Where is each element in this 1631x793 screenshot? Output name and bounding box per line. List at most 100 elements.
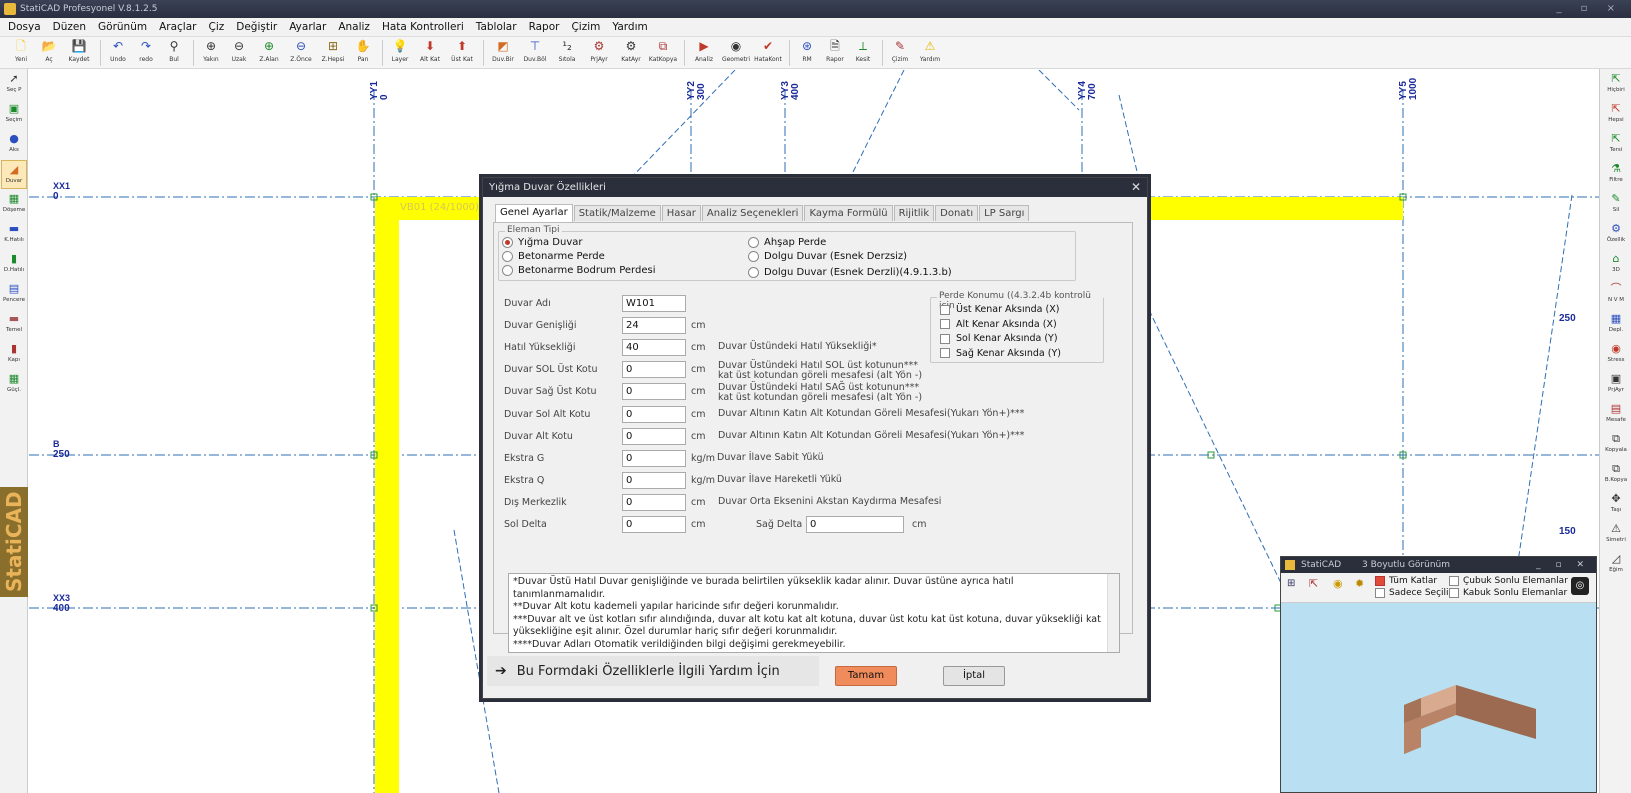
toolbar-button-kesit[interactable]: ⟂ Kesit	[850, 37, 876, 69]
field-input[interactable]: 0	[806, 516, 904, 533]
help-button[interactable]: ➔ Bu Formdaki Özelliklerle İlgili Yardım…	[487, 656, 819, 686]
toolbar-button-stola[interactable]: ¹₂ Sıtola	[552, 37, 582, 69]
tab-1[interactable]: Statik/Malzeme	[573, 205, 661, 221]
notes-textbox[interactable]: *Duvar Üstü Hatıl Duvar genişliğinde ve …	[508, 573, 1120, 653]
toolbar-button-zhepsi[interactable]: ⊞ Z.Hepsi	[318, 37, 348, 69]
right-tool-displacement[interactable]: ▦ Depl.	[1601, 310, 1631, 339]
field-input[interactable]: 24	[622, 317, 686, 335]
menu-item[interactable]: Değiştir	[230, 18, 283, 36]
menu-item[interactable]: Araçlar	[153, 18, 202, 36]
tab-7[interactable]: LP Sargı	[979, 205, 1030, 221]
right-tool-distance[interactable]: ▤ Mesafe	[1601, 400, 1631, 429]
field-input[interactable]: 0	[622, 449, 686, 467]
wall-position-checkbox[interactable]: Sağ Kenar Aksında (Y)	[940, 348, 1061, 359]
toolbar-button-zalan[interactable]: ⊕ Z.Alan	[254, 37, 284, 69]
right-tool-properties[interactable]: ⚙ Özellik	[1601, 220, 1631, 249]
toolbar-button-izim[interactable]: ✎ Çizim	[887, 37, 913, 69]
toolbar-button-altkat[interactable]: ⬇ Alt Kat	[415, 37, 445, 69]
field-input[interactable]: 0	[622, 493, 686, 511]
toolbar-button-undo[interactable]: ↶ Undo	[105, 37, 131, 69]
toolbar-button-yardm[interactable]: ⚠ Yardım	[915, 37, 945, 69]
3d-axis-icon[interactable]: ⇱	[1309, 577, 1318, 590]
toolbar-button-duvbir[interactable]: ◩ Duv.Bir	[488, 37, 518, 69]
left-tool-horizontal-beam[interactable]: ▬ K.Hatılı	[1, 220, 27, 249]
wall-position-checkbox[interactable]: Üst Kenar Aksında (X)	[940, 304, 1059, 315]
toolbar-button-analiz[interactable]: ▶ Analiz	[689, 37, 719, 69]
element-type-radio[interactable]: Betonarme Perde	[502, 251, 605, 262]
field-input[interactable]: 0	[622, 405, 686, 423]
element-type-radio[interactable]: Ahşap Perde	[748, 237, 826, 248]
toolbar-button-uzak[interactable]: ⊖ Uzak	[226, 37, 252, 69]
field-input[interactable]: 0	[622, 383, 686, 401]
left-tool-wall[interactable]: ◢ Duvar	[1, 160, 27, 189]
toolbar-button-kaydet[interactable]: 💾 Kaydet	[64, 37, 94, 69]
left-tool-pointer[interactable]: ➚ Seç P	[1, 70, 27, 99]
menu-item[interactable]: Rapor	[523, 18, 566, 36]
camera-icon[interactable]: ◎	[1571, 577, 1589, 595]
cancel-button[interactable]: İptal	[943, 666, 1005, 686]
menu-item[interactable]: Analiz	[332, 18, 376, 36]
menu-item[interactable]: Çiz	[202, 18, 230, 36]
left-tool-foundation[interactable]: ▬ Temel	[1, 310, 27, 339]
menu-item[interactable]: Tablolar	[470, 18, 523, 36]
toolbar-button-geometri[interactable]: ◉ Geometri	[721, 37, 751, 69]
right-tool-3d-view[interactable]: ⌂ 3D	[1601, 250, 1631, 279]
menu-item[interactable]: Görünüm	[92, 18, 153, 36]
right-tool-project-settings[interactable]: ▣ PrjAyr	[1601, 370, 1631, 399]
window-controls[interactable]: _ ▫ ×	[1556, 0, 1623, 18]
left-tool-strengthen[interactable]: ▦ Güçl.	[1, 370, 27, 399]
toolbar-button-a[interactable]: 📂 Aç	[36, 37, 62, 69]
toolbar-button-yakn[interactable]: ⊕ Yakın	[198, 37, 224, 69]
element-type-radio[interactable]: Yığma Duvar	[502, 237, 582, 248]
field-input[interactable]: 0	[622, 361, 686, 379]
settings-icon[interactable]: ✹	[1355, 577, 1364, 590]
only-selected-checkbox[interactable]: Sadece Seçili	[1375, 588, 1449, 598]
shell-fe-checkbox[interactable]: Kabuk Sonlu Elemanlar	[1449, 588, 1567, 598]
toolbar-button-bul[interactable]: ⚲ Bul	[161, 37, 187, 69]
tab-5[interactable]: Rijitlik	[893, 205, 935, 221]
field-input[interactable]: 0	[622, 516, 686, 533]
toolbar-button-hatakont[interactable]: ✔ HataKont	[753, 37, 783, 69]
bar-fe-checkbox[interactable]: Çubuk Sonlu Elemanlar	[1449, 576, 1568, 586]
layer-bulb-icon[interactable]: ◉	[1333, 577, 1343, 590]
toolbar-button-katayr[interactable]: ⚙ KatAyr	[616, 37, 646, 69]
wall-position-checkbox[interactable]: Sol Kenar Aksında (Y)	[940, 333, 1058, 344]
tab-4[interactable]: Kayma Formülü	[804, 205, 893, 221]
right-tool-copy[interactable]: ⧉ Kopyala	[1601, 430, 1631, 459]
notes-scrollbar[interactable]	[1107, 574, 1119, 652]
right-tool-stress[interactable]: ◉ Stress	[1601, 340, 1631, 369]
element-type-radio[interactable]: Dolgu Duvar (Esnek Derzsiz)	[748, 251, 907, 262]
toolbar-button-pan[interactable]: ✋ Pan	[350, 37, 376, 69]
right-tool-invert-selection[interactable]: ⇱ Tersi	[1601, 130, 1631, 159]
menu-item[interactable]: Düzen	[47, 18, 92, 36]
right-tool-select-all[interactable]: ⇱ Hepsi	[1601, 100, 1631, 129]
toolbar-button-yeni[interactable]: 🗋 Yeni	[8, 37, 34, 69]
left-tool-selection[interactable]: ▣ Seçim	[1, 100, 27, 129]
toolbar-button-layer[interactable]: 💡 Layer	[387, 37, 413, 69]
menu-item[interactable]: Çizim	[565, 18, 606, 36]
3d-model-viewport[interactable]	[1281, 603, 1596, 792]
right-tool-select-none[interactable]: ⇱ Hiçbiri	[1601, 70, 1631, 99]
wall-position-checkbox[interactable]: Alt Kenar Aksında (X)	[940, 319, 1057, 330]
field-input[interactable]: 40	[622, 339, 686, 357]
toolbar-button-duvbl[interactable]: ⊤ Duv.Böl	[520, 37, 550, 69]
tab-3[interactable]: Analiz Seçenekleri	[701, 205, 804, 221]
right-tool-delete[interactable]: ✎ Sil	[1601, 190, 1631, 219]
tab-6[interactable]: Donatı	[935, 205, 979, 221]
field-input[interactable]: 0	[622, 427, 686, 445]
element-type-radio[interactable]: Betonarme Bodrum Perdesi	[502, 265, 655, 276]
toolbar-button-redo[interactable]: ↷ redo	[133, 37, 159, 69]
right-tool-mirror[interactable]: ⚠ Simetri	[1601, 520, 1631, 549]
toolbar-button-znce[interactable]: ⊖ Z.Önce	[286, 37, 316, 69]
menu-item[interactable]: Hata Kontrolleri	[376, 18, 470, 36]
field-input[interactable]: W101	[622, 295, 686, 312]
field-input[interactable]: 0	[622, 471, 686, 489]
left-tool-door[interactable]: ▮ Kapı	[1, 340, 27, 369]
tab-2[interactable]: Hasar	[661, 205, 701, 221]
toolbar-button-prjayr[interactable]: ⚙ PrjAyr	[584, 37, 614, 69]
left-tool-vertical-beam[interactable]: ▮ D.Hatılı	[1, 250, 27, 279]
toolbar-button-rapor[interactable]: 🗎 Rapor	[822, 37, 848, 69]
right-tool-slope[interactable]: ◿ Eğim	[1601, 550, 1631, 579]
3d-tool-icon[interactable]: ⊞	[1287, 578, 1295, 589]
right-tool-multi-copy[interactable]: ⧉ B.Kopya	[1601, 460, 1631, 489]
